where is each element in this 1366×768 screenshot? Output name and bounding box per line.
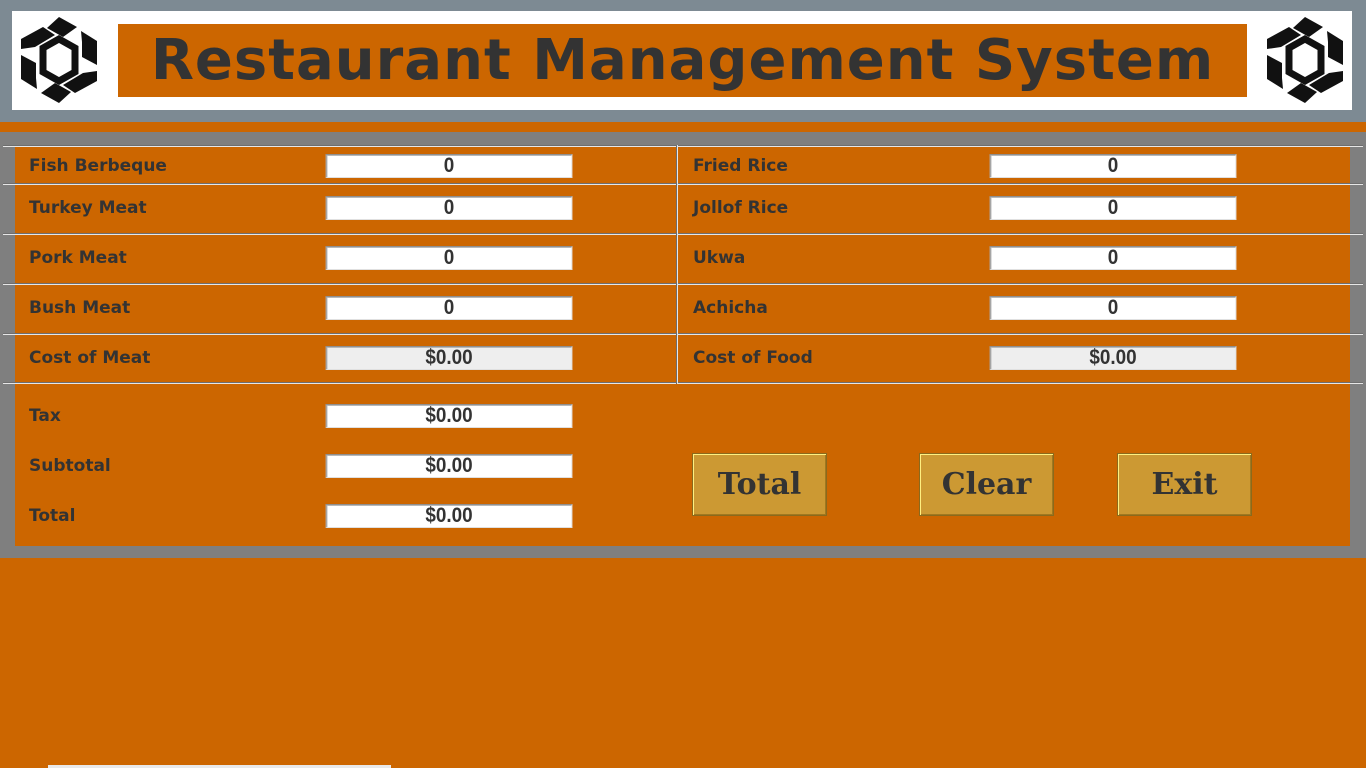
cost-of-meat-label: Cost of Meat — [29, 348, 151, 368]
total-button[interactable]: Total — [692, 453, 827, 516]
header-divider-strip — [3, 122, 1366, 132]
total-field[interactable] — [325, 504, 573, 528]
clear-button[interactable]: Clear — [919, 453, 1054, 516]
jollof-rice-input[interactable] — [989, 196, 1237, 220]
exit-button[interactable]: Exit — [1117, 453, 1252, 516]
pork-meat-input[interactable] — [325, 246, 573, 270]
tax-label: Tax — [29, 406, 61, 426]
fish-berbeque-label: Fish Berbeque — [29, 156, 167, 176]
ukwa-input[interactable] — [989, 246, 1237, 270]
fish-berbeque-input[interactable] — [325, 154, 573, 178]
pork-meat-label: Pork Meat — [29, 248, 127, 268]
ukwa-label: Ukwa — [693, 248, 746, 268]
achicha-input[interactable] — [989, 296, 1237, 320]
cost-of-food-field — [989, 346, 1237, 370]
grid-divider — [3, 233, 1363, 235]
title-banner: Restaurant Management System — [118, 24, 1247, 97]
fried-rice-label: Fried Rice — [693, 156, 788, 176]
subtotal-field[interactable] — [325, 454, 573, 478]
turkey-meat-input[interactable] — [325, 196, 573, 220]
achicha-label: Achicha — [693, 298, 768, 318]
grid-divider — [3, 382, 1363, 384]
cost-of-food-label: Cost of Food — [693, 348, 813, 368]
hexagon-swirl-logo-icon — [21, 17, 97, 103]
grid-column-divider — [676, 145, 678, 384]
page-title: Restaurant Management System — [150, 28, 1215, 93]
hexagon-swirl-logo-icon — [1267, 17, 1343, 103]
grid-divider — [3, 145, 1363, 147]
subtotal-label: Subtotal — [29, 456, 111, 476]
jollof-rice-label: Jollof Rice — [693, 198, 789, 218]
fried-rice-input[interactable] — [989, 154, 1237, 178]
grid-divider — [3, 283, 1363, 285]
turkey-meat-label: Turkey Meat — [29, 198, 147, 218]
bush-meat-input[interactable] — [325, 296, 573, 320]
grid-divider — [3, 333, 1363, 335]
grid-divider — [3, 183, 1363, 185]
cost-of-meat-field — [325, 346, 573, 370]
total-label: Total — [29, 506, 76, 526]
tax-field[interactable] — [325, 404, 573, 428]
bush-meat-label: Bush Meat — [29, 298, 131, 318]
